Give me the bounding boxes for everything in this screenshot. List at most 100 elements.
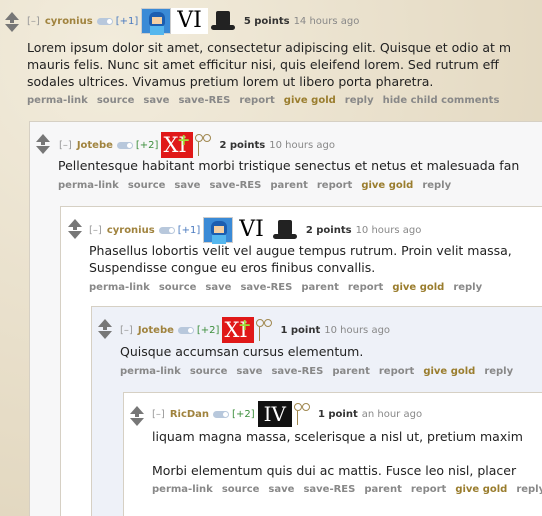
give-gold-link[interactable]: give gold bbox=[361, 180, 413, 191]
reply-link[interactable]: reply bbox=[453, 282, 482, 293]
comment-body: Pellentesque habitant morbi tristique se… bbox=[58, 157, 519, 174]
comment-tagline: [–] cyronius [+1] VI 2 points 10 hours a… bbox=[89, 217, 422, 244]
save-res-link[interactable]: save-RES bbox=[240, 282, 292, 293]
parent-link[interactable]: parent bbox=[332, 366, 370, 377]
collapse-toggle[interactable]: [–] bbox=[89, 225, 102, 236]
give-gold-link[interactable]: give gold bbox=[423, 366, 475, 377]
author-link[interactable]: cyronius bbox=[45, 16, 93, 27]
reply-link[interactable]: reply bbox=[345, 95, 374, 106]
comment-line: mauris felis. Nunc sit amet efficitur ni… bbox=[27, 57, 499, 72]
monocle-flair-icon bbox=[254, 317, 274, 343]
comment-score: 1 point bbox=[280, 324, 321, 336]
collapse-toggle[interactable]: [–] bbox=[120, 325, 133, 336]
vote-arrows bbox=[129, 406, 145, 426]
report-link[interactable]: report bbox=[317, 180, 352, 191]
collapse-toggle[interactable]: [–] bbox=[27, 16, 40, 27]
save-res-link[interactable]: save-RES bbox=[178, 95, 230, 106]
save-res-link[interactable]: save-RES bbox=[271, 366, 323, 377]
user-tag-icon[interactable] bbox=[158, 226, 175, 234]
parent-link[interactable]: parent bbox=[364, 484, 402, 495]
comment-timestamp: 14 hours ago bbox=[293, 15, 360, 27]
tophat-flair-icon bbox=[270, 217, 300, 243]
user-tag-icon[interactable] bbox=[116, 141, 133, 149]
comment-score: 1 point bbox=[317, 408, 358, 420]
give-gold-link[interactable]: give gold bbox=[284, 95, 336, 106]
save-link[interactable]: save bbox=[174, 180, 200, 191]
comment-line: Suspendisse congue eu eros finibus conva… bbox=[89, 260, 376, 275]
collapse-toggle[interactable]: [–] bbox=[59, 140, 72, 151]
author-link[interactable]: RicDan bbox=[170, 409, 209, 420]
downvote-arrow-icon[interactable] bbox=[98, 326, 112, 339]
vote-arrows bbox=[35, 134, 51, 154]
source-link[interactable]: source bbox=[222, 484, 260, 495]
comment-actions: perma-link source save save-RES parent r… bbox=[120, 366, 513, 377]
vote-weight: [+2] bbox=[196, 324, 220, 336]
downvote-arrow-icon[interactable] bbox=[5, 19, 19, 32]
collapse-toggle[interactable]: [–] bbox=[152, 409, 165, 420]
comment-line: Pellentesque habitant morbi tristique se… bbox=[58, 158, 520, 173]
comment-body: liquam magna massa, scelerisque a nisl u… bbox=[152, 428, 523, 479]
save-link[interactable]: save bbox=[268, 484, 294, 495]
vote-weight: [+1] bbox=[177, 224, 201, 236]
user-flair: IV bbox=[257, 401, 312, 427]
save-res-link[interactable]: save-RES bbox=[209, 180, 261, 191]
comment-line: Quisque accumsan cursus elementum. bbox=[120, 344, 364, 359]
permalink-link[interactable]: perma-link bbox=[58, 180, 119, 191]
user-tag-icon[interactable] bbox=[177, 326, 194, 334]
save-link[interactable]: save bbox=[205, 282, 231, 293]
source-link[interactable]: source bbox=[190, 366, 228, 377]
comment-actions: perma-link source save save-RES report g… bbox=[27, 95, 499, 106]
user-flair: VI bbox=[141, 8, 238, 35]
comment-timestamp: 10 hours ago bbox=[355, 224, 422, 236]
plus-icon: + bbox=[177, 130, 191, 149]
flair-roman-numeral: VI bbox=[171, 8, 208, 34]
reply-link[interactable]: reply bbox=[422, 180, 451, 191]
parent-link[interactable]: parent bbox=[270, 180, 308, 191]
give-gold-link[interactable]: give gold bbox=[455, 484, 507, 495]
vote-weight: [+2] bbox=[135, 139, 159, 151]
source-link[interactable]: source bbox=[97, 95, 135, 106]
reply-link[interactable]: reply bbox=[484, 366, 513, 377]
flair-roman-numeral: VI bbox=[233, 217, 270, 243]
comment-body: Lorem ipsum dolor sit amet, consectetur … bbox=[27, 39, 511, 90]
xi-flair-icon: XI + bbox=[161, 130, 194, 158]
report-link[interactable]: report bbox=[379, 366, 414, 377]
comment-actions: perma-link source save save-RES parent r… bbox=[89, 282, 482, 293]
author-link[interactable]: cyronius bbox=[107, 225, 155, 236]
give-gold-link[interactable]: give gold bbox=[392, 282, 444, 293]
comment-line: Phasellus lobortis velit vel augue tempu… bbox=[89, 243, 512, 258]
user-flair: XI + bbox=[161, 132, 213, 158]
author-link[interactable]: Jotebe bbox=[138, 325, 174, 336]
parent-link[interactable]: parent bbox=[301, 282, 339, 293]
permalink-link[interactable]: perma-link bbox=[152, 484, 213, 495]
vote-weight: [+1] bbox=[115, 15, 139, 27]
permalink-link[interactable]: perma-link bbox=[120, 366, 181, 377]
comment-line: Lorem ipsum dolor sit amet, consectetur … bbox=[27, 40, 512, 55]
save-link[interactable]: save bbox=[143, 95, 169, 106]
monocle-flair-icon bbox=[292, 401, 312, 427]
save-res-link[interactable]: save-RES bbox=[303, 484, 355, 495]
monocle-flair-icon bbox=[193, 132, 213, 158]
user-tag-icon[interactable] bbox=[213, 410, 230, 418]
user-tag-icon[interactable] bbox=[96, 17, 113, 25]
downvote-arrow-icon[interactable] bbox=[68, 226, 82, 239]
user-flair: XI + bbox=[222, 317, 274, 343]
source-link[interactable]: source bbox=[159, 282, 197, 293]
comment-score: 5 points bbox=[243, 15, 290, 27]
comment-line: Morbi elementum quis dui ac mattis. Fusc… bbox=[152, 463, 517, 478]
report-link[interactable]: report bbox=[348, 282, 383, 293]
permalink-link[interactable]: perma-link bbox=[27, 95, 88, 106]
comment-line bbox=[152, 445, 523, 462]
source-link[interactable]: source bbox=[128, 180, 166, 191]
downvote-arrow-icon[interactable] bbox=[36, 141, 50, 154]
reply-link[interactable]: reply bbox=[516, 484, 542, 495]
comment-timestamp: 10 hours ago bbox=[269, 139, 335, 151]
downvote-arrow-icon[interactable] bbox=[130, 413, 144, 426]
author-link[interactable]: Jotebe bbox=[77, 140, 113, 151]
comment-timestamp: an hour ago bbox=[361, 408, 423, 420]
hide-child-comments-link[interactable]: hide child comments bbox=[383, 95, 500, 106]
save-link[interactable]: save bbox=[236, 366, 262, 377]
report-link[interactable]: report bbox=[411, 484, 446, 495]
report-link[interactable]: report bbox=[239, 95, 274, 106]
permalink-link[interactable]: perma-link bbox=[89, 282, 150, 293]
